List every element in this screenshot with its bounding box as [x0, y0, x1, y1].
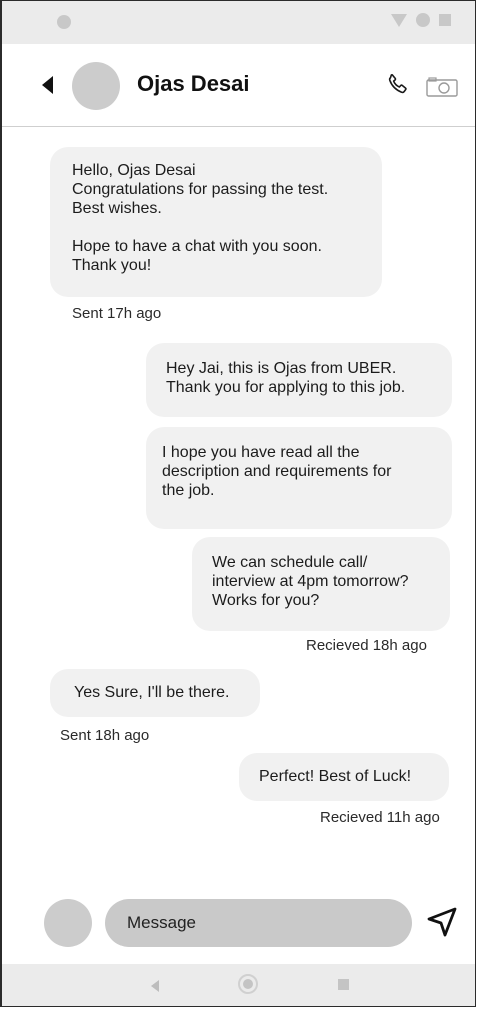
message-bubble-received[interactable]: We can schedule call/ interview at 4pm t… — [192, 537, 450, 631]
back-arrow-icon[interactable] — [42, 76, 53, 94]
message-bubble-received[interactable]: Hey Jai, this is Ojas from UBER. Thank y… — [146, 343, 452, 417]
phone-icon[interactable] — [386, 72, 410, 96]
user-avatar[interactable] — [44, 899, 92, 947]
message-bubble-sent[interactable]: Yes Sure, I'll be there. — [50, 669, 260, 717]
nav-back-icon[interactable] — [151, 980, 159, 992]
nav-recents-icon[interactable] — [338, 979, 349, 990]
message-bubble-received[interactable]: Perfect! Best of Luck! — [239, 753, 449, 801]
message-input[interactable] — [105, 899, 412, 947]
signal-icon — [391, 13, 407, 27]
chat-header: Ojas Desai — [2, 44, 475, 127]
system-nav-bar — [2, 964, 475, 1006]
contact-name[interactable]: Ojas Desai — [137, 71, 250, 97]
message-timestamp: Sent 18h ago — [60, 727, 150, 744]
send-icon[interactable] — [425, 905, 459, 939]
message-bubble-sent[interactable]: Hello, Ojas Desai Congratulations for pa… — [50, 147, 382, 297]
notification-dot-icon — [57, 15, 71, 29]
message-timestamp: Recieved 11h ago — [320, 809, 440, 826]
phone-frame: Ojas Desai Hello, Ojas Desai Congratulat… — [0, 0, 476, 1007]
nav-home-icon[interactable] — [238, 974, 258, 994]
contact-avatar[interactable] — [72, 62, 120, 110]
status-bar — [2, 1, 475, 44]
message-timestamp: Recieved 18h ago — [306, 637, 427, 654]
message-bubble-received[interactable]: I hope you have read all the description… — [146, 427, 452, 529]
battery-icon — [439, 14, 451, 26]
message-timestamp: Sent 17h ago — [72, 305, 162, 322]
camera-icon[interactable] — [426, 77, 458, 97]
wifi-icon — [416, 13, 430, 27]
status-icons — [391, 13, 451, 27]
